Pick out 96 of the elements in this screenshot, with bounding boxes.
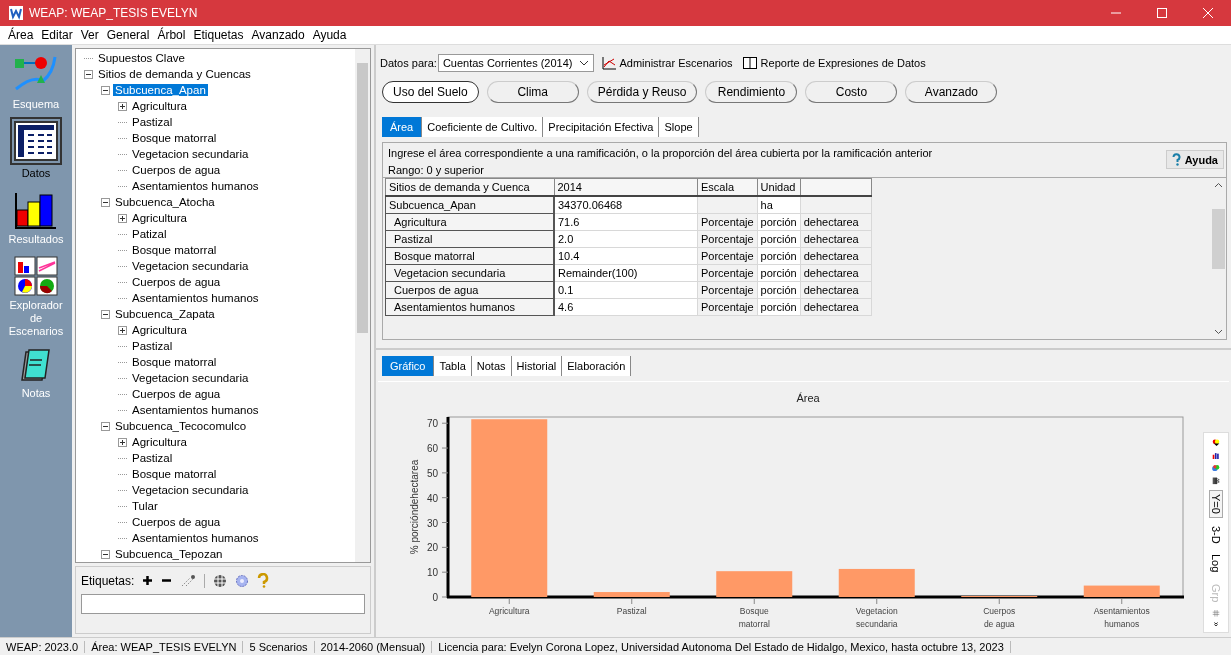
- tree-item[interactable]: Asentamientos humanos: [130, 180, 261, 192]
- axis-category-label: Agricultura: [488, 606, 530, 616]
- category-button[interactable]: Avanzado: [905, 81, 998, 103]
- status-text: WEAP: 2023.0: [0, 640, 86, 653]
- menu-item[interactable]: Árbol: [153, 28, 190, 42]
- axis-category-label: Bosque matorral: [738, 606, 770, 629]
- tree-item[interactable]: Supuestos Clave: [96, 52, 187, 64]
- status-text: 5 Scenarios: [243, 640, 315, 653]
- scenario-dropdown[interactable]: Cuentas Corrientes (2014): [437, 54, 594, 72]
- tree-item[interactable]: Agricultura: [130, 212, 189, 224]
- view-label: Explorador de Escenarios: [7, 299, 65, 338]
- tree-item[interactable]: Asentamientos humanos: [130, 404, 261, 416]
- tree-item[interactable]: Vegetacion secundaria: [130, 260, 251, 272]
- tree-item[interactable]: Subcuenca_Apan: [113, 84, 208, 96]
- range-text: Rango: 0 y superior: [388, 163, 485, 177]
- tree-item[interactable]: Bosque matorral: [130, 132, 219, 144]
- tree-item[interactable]: Patizal: [130, 228, 169, 240]
- tree-item[interactable]: Cuerpos de agua: [130, 276, 223, 288]
- view-label: Resultados: [8, 233, 64, 246]
- tree-item[interactable]: Agricultura: [130, 324, 189, 336]
- tree-item[interactable]: Sitios de demanda y Cuencas: [96, 68, 253, 80]
- axis-tick-label: 50: [426, 467, 438, 479]
- y-axis-title: % porcióndehectarea: [409, 459, 420, 555]
- tree-item[interactable]: Cuerpos de agua: [130, 164, 223, 176]
- category-button[interactable]: Rendimiento: [705, 81, 798, 103]
- axis-tick-label: 30: [426, 517, 438, 529]
- axis-tick-label: 0: [432, 592, 438, 603]
- manage-scenarios-button[interactable]: Administrar Escenarios: [599, 56, 735, 70]
- tree-item[interactable]: Agricultura: [130, 100, 189, 112]
- column-header: 2014: [554, 178, 698, 196]
- status-text: Área: WEAP_TESIS EVELYN: [85, 640, 244, 653]
- view-label: Notas: [21, 387, 51, 400]
- tree-item[interactable]: Cuerpos de agua: [130, 388, 223, 400]
- view-label: Esquema: [12, 98, 60, 111]
- data-for-label: Datos para:: [380, 57, 437, 69]
- tree-item[interactable]: Asentamientos humanos: [130, 292, 261, 304]
- window-title: WEAP: WEAP_TESIS EVELYN: [29, 6, 198, 20]
- status-text: 2014-2060 (Mensual): [314, 640, 433, 653]
- menu-item[interactable]: Editar: [37, 28, 77, 42]
- tree-item[interactable]: Tular: [130, 500, 160, 512]
- column-header: Unidad: [757, 178, 801, 196]
- description-text: Ingrese el área correspondiente a una ramificación, o la proporción del área cubierta por la ramificación anterior: [388, 146, 934, 160]
- tree-item[interactable]: Bosque matorral: [130, 244, 219, 256]
- menu-item[interactable]: General: [102, 28, 154, 42]
- tab[interactable]: Tabla: [434, 356, 472, 376]
- tab[interactable]: Gráfico: [382, 356, 435, 376]
- menu-item[interactable]: Etiquetas: [189, 28, 248, 42]
- tab[interactable]: Coeficiente de Cultivo.: [422, 117, 544, 137]
- column-header: Sitios de demanda y Cuenca: [385, 178, 554, 196]
- help-button[interactable]: Ayuda: [1165, 150, 1224, 169]
- category-button[interactable]: Costo: [805, 81, 898, 103]
- tree-item[interactable]: Agricultura: [130, 436, 189, 448]
- tab[interactable]: Historial: [511, 356, 563, 376]
- tree-item[interactable]: Asentamientos humanos: [130, 532, 261, 544]
- menu-item[interactable]: Área: [4, 28, 38, 42]
- tags-label: Etiquetas:: [81, 573, 135, 588]
- tree-item[interactable]: Subcuenca_Tepozan: [113, 548, 225, 560]
- tree-item[interactable]: Subcuenca_Tecocomulco: [113, 420, 249, 432]
- axis-category-label: Vegetacion secundaria: [855, 606, 898, 629]
- menu-item[interactable]: Ver: [76, 28, 103, 42]
- column-header: Escala: [697, 178, 758, 196]
- category-button[interactable]: Pérdida y Reuso: [586, 81, 698, 103]
- axis-category-label: Cuerpos de agua: [983, 606, 1016, 629]
- tree-item[interactable]: Bosque matorral: [130, 356, 219, 368]
- menu-item[interactable]: Avanzado: [247, 28, 309, 42]
- tree-item[interactable]: Pastizal: [130, 116, 175, 128]
- menu-item[interactable]: Ayuda: [308, 28, 351, 42]
- axis-category-label: Pastizal: [616, 606, 647, 616]
- axis-tick-label: 60: [426, 443, 438, 455]
- chart-option-toggle[interactable]: Y=0: [1209, 489, 1223, 518]
- tab[interactable]: Área: [382, 117, 423, 137]
- category-button[interactable]: Clima: [486, 81, 579, 103]
- tree-item[interactable]: Subcuenca_Zapata: [113, 308, 217, 320]
- view-button[interactable]: Datos: [4, 119, 68, 182]
- tree-item[interactable]: Vegetacion secundaria: [130, 484, 251, 496]
- tab[interactable]: Precipitación Efectiva: [543, 117, 660, 137]
- axis-tick-label: 20: [426, 542, 438, 554]
- view-label: Datos: [21, 167, 51, 180]
- tab[interactable]: Slope: [659, 117, 699, 137]
- tree-item[interactable]: Bosque matorral: [130, 468, 219, 480]
- tree-item[interactable]: Subcuenca_Atocha: [113, 196, 217, 208]
- tree-item[interactable]: Vegetacion secundaria: [130, 372, 251, 384]
- axis-tick-label: 40: [426, 492, 438, 504]
- tab[interactable]: Notas: [471, 356, 512, 376]
- axis-tick-label: 70: [426, 418, 438, 430]
- category-button[interactable]: Uso del Suelo: [382, 81, 479, 103]
- chart-title: Área: [796, 392, 820, 404]
- tab[interactable]: Elaboración: [562, 356, 632, 376]
- axis-tick-label: 10: [426, 567, 438, 579]
- tree-item[interactable]: Vegetacion secundaria: [130, 148, 251, 160]
- tree-item[interactable]: Pastizal: [130, 452, 175, 464]
- tree-item[interactable]: Cuerpos de agua: [130, 516, 223, 528]
- tree-item[interactable]: Pastizal: [130, 340, 175, 352]
- expression-report-button[interactable]: Reporte de Expresiones de Datos: [740, 57, 928, 69]
- axis-category-label: Asentamientos humanos: [1093, 606, 1150, 629]
- status-text: Licencia para: Evelyn Corona Lopez, Universidad Autonoma Del Estado de Hidalgo, Mexico, hasta octubre 13, 2023: [432, 640, 1011, 653]
